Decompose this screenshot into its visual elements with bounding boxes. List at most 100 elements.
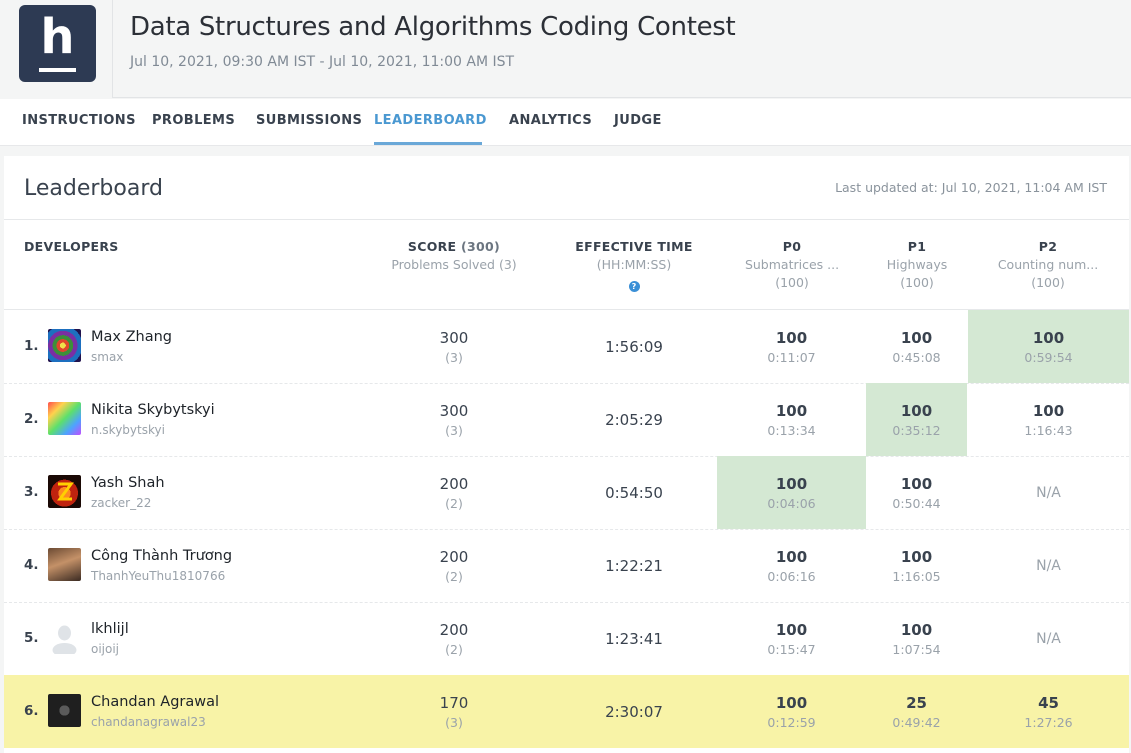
problem-p1-cell[interactable]: 100 1:16:05 — [866, 529, 967, 602]
developer-username: zacker_22 — [91, 496, 152, 510]
problem-score: 100 — [775, 694, 808, 712]
score-cell: 300 (3) — [384, 310, 524, 383]
problems-solved: (2) — [445, 642, 463, 657]
score-header-label: SCORE — [407, 239, 457, 254]
score-value: 300 — [439, 329, 469, 347]
problem-points: (100) — [900, 275, 934, 290]
effective-time-cell: 2:05:29 — [564, 383, 704, 456]
problem-code: P0 — [782, 239, 802, 254]
help-icon[interactable]: ? — [628, 281, 640, 292]
problem-score: N/A — [1036, 558, 1061, 574]
last-updated: Last updated at: Jul 10, 2021, 11:04 AM … — [835, 180, 1107, 195]
problem-p2-cell[interactable]: 100 0:59:54 — [968, 310, 1129, 383]
problems-solved: (3) — [445, 423, 463, 438]
contest-tabs: INSTRUCTIONS PROBLEMS SUBMISSIONS LEADER… — [0, 99, 1131, 146]
problem-p2-cell[interactable]: 100 1:16:43 — [968, 383, 1129, 456]
effective-time-format: (HH:MM:SS) — [596, 257, 672, 272]
problem-p0-cell[interactable]: 100 0:15:47 — [717, 602, 866, 675]
problem-p1-cell[interactable]: 100 0:45:08 — [866, 310, 967, 383]
problem-points: (100) — [775, 275, 809, 290]
tab-instructions[interactable]: INSTRUCTIONS — [22, 99, 136, 145]
problem-points: (100) — [1031, 275, 1065, 290]
problem-p1-cell[interactable]: 100 0:35:12 — [866, 383, 967, 456]
avatar[interactable] — [48, 402, 81, 435]
default-user-icon — [52, 625, 77, 654]
problem-time: 0:50:44 — [892, 496, 941, 511]
problem-time: 0:49:42 — [892, 715, 941, 730]
problem-p0-cell[interactable]: 100 0:06:16 — [717, 529, 866, 602]
effective-time-cell: 2:30:07 — [564, 675, 704, 748]
problem-p0-cell[interactable]: 100 0:12:59 — [717, 675, 866, 748]
contest-title: Data Structures and Algorithms Coding Co… — [130, 12, 736, 42]
developer-name[interactable]: Yash Shah — [91, 475, 165, 491]
avatar[interactable] — [48, 329, 81, 362]
score-value: 200 — [439, 548, 469, 566]
rank: 5. — [24, 630, 39, 646]
tab-judge[interactable]: JUDGE — [614, 99, 662, 145]
score-subheader: Problems Solved (3) — [391, 257, 517, 272]
problem-name: Submatrices ... — [744, 257, 840, 272]
logo-letter: h — [40, 9, 75, 65]
problem-p2-cell[interactable]: N/A — [968, 456, 1129, 529]
problem-score: 100 — [1032, 329, 1065, 347]
effective-time-cell: 1:56:09 — [564, 310, 704, 383]
avatar[interactable] — [48, 548, 81, 581]
developer-name[interactable]: lkhlijl — [91, 621, 129, 637]
effective-time: 2:05:29 — [605, 411, 663, 429]
problem-time: 0:59:54 — [1024, 350, 1073, 365]
z-letter-icon — [57, 482, 74, 501]
problem-score: 100 — [775, 475, 808, 493]
logo-container: h — [0, 0, 113, 98]
column-header-effective-time[interactable]: EFFECTIVE TIME (HH:MM:SS) ? — [564, 238, 704, 293]
score-cell: 200 (2) — [384, 456, 524, 529]
score-value: 300 — [439, 402, 469, 420]
avatar[interactable] — [48, 621, 81, 654]
problem-p1-cell[interactable]: 25 0:49:42 — [866, 675, 967, 748]
problem-p2-cell[interactable]: 45 1:27:26 — [968, 675, 1129, 748]
problem-p0-cell[interactable]: 100 0:04:06 — [717, 456, 866, 529]
column-header-p2[interactable]: P2 Counting num... (100) — [968, 238, 1128, 292]
column-header-p0[interactable]: P0 Submatrices ... (100) — [717, 238, 867, 292]
developer-username: oijoij — [91, 642, 120, 656]
current-user-row: 6. Chandan Agrawal chandanagrawal23 170 (3… — [4, 675, 1129, 748]
effective-time: 1:56:09 — [605, 338, 663, 356]
problem-time: 0:15:47 — [767, 642, 816, 657]
problem-p1-cell[interactable]: 100 1:07:54 — [866, 602, 967, 675]
column-header-p1[interactable]: P1 Highways (100) — [867, 238, 967, 292]
tab-leaderboard[interactable]: LEADERBOARD — [374, 99, 486, 145]
problems-solved: (3) — [445, 715, 463, 730]
tab-analytics[interactable]: ANALYTICS — [509, 99, 592, 145]
score-cell: 300 (3) — [384, 383, 524, 456]
leaderboard-panel: Leaderboard Last updated at: Jul 10, 202… — [4, 156, 1129, 753]
score-value: 200 — [439, 621, 469, 639]
problem-name: Highways — [886, 257, 948, 272]
problem-time: 0:45:08 — [892, 350, 941, 365]
avatar[interactable] — [48, 694, 81, 727]
hackerrank-logo[interactable]: h — [19, 5, 96, 82]
problem-p0-cell[interactable]: 100 0:11:07 — [717, 310, 866, 383]
rank: 2. — [24, 411, 39, 427]
tab-submissions[interactable]: SUBMISSIONS — [256, 99, 362, 145]
problem-code: P2 — [1038, 239, 1058, 254]
developer-name[interactable]: Công Thành Trương — [91, 548, 232, 564]
developer-name[interactable]: Nikita Skybytskyi — [91, 402, 215, 418]
score-cell: 200 (2) — [384, 529, 524, 602]
problem-p0-cell[interactable]: 100 0:13:34 — [717, 383, 866, 456]
contest-dates: Jul 10, 2021, 09:30 AM IST - Jul 10, 202… — [130, 54, 515, 70]
problem-score: 100 — [900, 548, 933, 566]
problem-p2-cell[interactable]: N/A — [968, 529, 1129, 602]
column-header-score[interactable]: SCORE (300) Problems Solved (3) — [384, 238, 524, 274]
developer-name[interactable]: Chandan Agrawal — [91, 694, 219, 710]
rank: 1. — [24, 338, 39, 354]
avatar[interactable] — [48, 475, 81, 508]
problem-time: 1:07:54 — [892, 642, 941, 657]
rank: 6. — [24, 703, 39, 719]
effective-time: 0:54:50 — [605, 484, 663, 502]
problem-time: 1:16:43 — [1024, 423, 1073, 438]
problem-p1-cell[interactable]: 100 0:50:44 — [866, 456, 967, 529]
tab-problems[interactable]: PROBLEMS — [152, 99, 235, 145]
problem-time: 0:06:16 — [767, 569, 816, 584]
problem-p2-cell[interactable]: N/A — [968, 602, 1129, 675]
score-cell: 200 (2) — [384, 602, 524, 675]
developer-name[interactable]: Max Zhang — [91, 329, 172, 345]
